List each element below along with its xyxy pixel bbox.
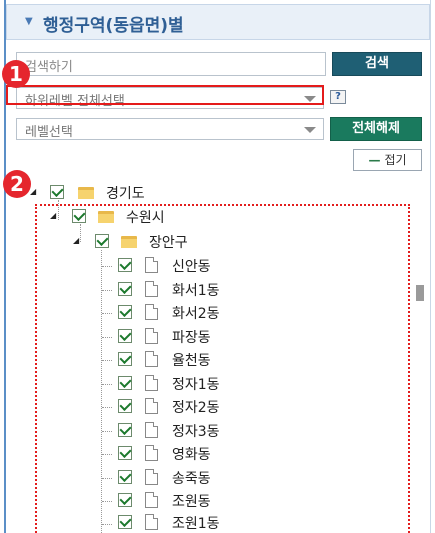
tree-leaf-label: 정자2동 bbox=[172, 400, 220, 416]
minus-icon: — bbox=[368, 153, 381, 167]
checkbox-icon[interactable] bbox=[118, 258, 132, 272]
fold-button-label: 접기 bbox=[384, 153, 407, 167]
section-title: 행정구역(동읍면)별 bbox=[43, 16, 184, 36]
folder-icon bbox=[78, 185, 94, 199]
checkbox-icon[interactable] bbox=[118, 399, 132, 413]
tree-leaf-label: 화서1동 bbox=[172, 283, 220, 299]
tree-leaf-label: 신안동 bbox=[172, 259, 211, 275]
search-button[interactable]: 검색 bbox=[332, 52, 422, 76]
tree-leaf[interactable]: 영화동 bbox=[115, 444, 255, 464]
checkbox-icon[interactable] bbox=[118, 282, 132, 296]
tree-leaf[interactable]: 파장동 bbox=[115, 327, 255, 347]
tree-leaf-label: 정자1동 bbox=[172, 377, 220, 393]
tree-leaf-label: 조원동 bbox=[172, 494, 211, 510]
clear-all-button[interactable]: 전체해제 bbox=[330, 117, 422, 141]
tree-leaf[interactable]: 송죽동 bbox=[115, 468, 255, 488]
file-icon bbox=[145, 375, 158, 391]
tree-leaf-label: 정자3동 bbox=[172, 424, 220, 440]
file-icon bbox=[145, 328, 158, 344]
expand-triangle-icon[interactable]: ◢ bbox=[73, 236, 79, 245]
tree-leaf[interactable]: 정자3동 bbox=[115, 421, 255, 441]
file-icon bbox=[145, 281, 158, 297]
checkbox-icon[interactable] bbox=[50, 185, 64, 199]
tree-connector bbox=[102, 337, 112, 338]
tree-node-label: 경기도 bbox=[106, 186, 145, 202]
level-select[interactable]: 레벨선택 bbox=[16, 118, 324, 140]
chevron-down-icon bbox=[304, 127, 316, 133]
tree-leaf-label: 율천동 bbox=[172, 353, 211, 369]
checkbox-icon[interactable] bbox=[118, 470, 132, 484]
annotation-marker-1: 1 bbox=[2, 60, 30, 88]
folder-icon bbox=[121, 234, 137, 248]
file-icon bbox=[145, 257, 158, 273]
file-icon bbox=[145, 445, 158, 461]
file-icon bbox=[145, 351, 158, 367]
checkbox-icon[interactable] bbox=[118, 329, 132, 343]
tree-leaf[interactable]: 화서1동 bbox=[115, 280, 255, 300]
file-icon bbox=[145, 469, 158, 485]
expand-triangle-icon[interactable]: ◢ bbox=[30, 187, 36, 196]
checkbox-icon[interactable] bbox=[118, 376, 132, 390]
file-icon bbox=[145, 304, 158, 320]
checkbox-icon[interactable] bbox=[118, 515, 132, 529]
tree-leaf-label: 영화동 bbox=[172, 447, 211, 463]
tree-leaf[interactable]: 화서2동 bbox=[115, 303, 255, 323]
checkbox-icon[interactable] bbox=[118, 493, 132, 507]
tree-leaf-label: 조원1동 bbox=[172, 516, 220, 532]
section-header[interactable]: ▼ 행정구역(동읍면)별 bbox=[6, 4, 430, 40]
tree-node-root[interactable]: ◢ 경기도 bbox=[30, 183, 170, 203]
tree-node-label: 장안구 bbox=[149, 235, 188, 251]
tree-leaf[interactable]: 조원1동 bbox=[115, 513, 255, 533]
file-icon bbox=[145, 398, 158, 414]
tree-leaf-label: 파장동 bbox=[172, 330, 211, 346]
tree-connector bbox=[101, 250, 102, 533]
tree-leaf[interactable]: 율천동 bbox=[115, 350, 255, 370]
tree-connector bbox=[102, 524, 112, 525]
search-input[interactable]: 검색하기 bbox=[16, 52, 326, 76]
scrollbar-thumb[interactable] bbox=[416, 285, 424, 301]
tree-node-district[interactable]: ◢ 장안구 bbox=[73, 232, 213, 252]
folder-icon bbox=[98, 209, 114, 223]
tree-connector bbox=[102, 431, 112, 432]
tree-leaf-label: 화서2동 bbox=[172, 306, 220, 322]
help-button[interactable]: ? bbox=[330, 90, 346, 104]
tree-leaf[interactable]: 조원동 bbox=[115, 491, 255, 511]
tree-leaf-label: 송죽동 bbox=[172, 471, 211, 487]
annotation-marker-2: 2 bbox=[3, 170, 31, 198]
tree-connector bbox=[102, 313, 112, 314]
tree-connector bbox=[102, 454, 112, 455]
checkbox-icon[interactable] bbox=[118, 352, 132, 366]
tree-leaf[interactable]: 신안동 bbox=[115, 256, 255, 276]
tree-node-city[interactable]: ◢ 수원시 bbox=[50, 207, 190, 227]
tree-connector bbox=[102, 360, 112, 361]
file-icon bbox=[145, 422, 158, 438]
tree-connector bbox=[102, 266, 112, 267]
level-select-value: 레벨선택 bbox=[25, 125, 73, 140]
expand-triangle-icon[interactable]: ◢ bbox=[50, 211, 56, 220]
collapse-arrow-icon[interactable]: ▼ bbox=[25, 16, 33, 27]
tree-leaf[interactable]: 정자1동 bbox=[115, 374, 255, 394]
highlight-box-1 bbox=[6, 85, 324, 105]
tree-connector bbox=[102, 384, 112, 385]
checkbox-icon[interactable] bbox=[118, 446, 132, 460]
checkbox-icon[interactable] bbox=[72, 209, 86, 223]
tree-leaf[interactable]: 정자2동 bbox=[115, 397, 255, 417]
fold-button[interactable]: — 접기 bbox=[353, 149, 422, 171]
tree-connector bbox=[102, 290, 112, 291]
tree-connector bbox=[102, 478, 112, 479]
tree-connector bbox=[102, 407, 112, 408]
checkbox-icon[interactable] bbox=[118, 305, 132, 319]
checkbox-icon[interactable] bbox=[95, 234, 109, 248]
checkbox-icon[interactable] bbox=[118, 423, 132, 437]
tree-node-label: 수원시 bbox=[126, 210, 165, 226]
tree-connector bbox=[102, 501, 112, 502]
file-icon bbox=[145, 514, 158, 530]
file-icon bbox=[145, 492, 158, 508]
